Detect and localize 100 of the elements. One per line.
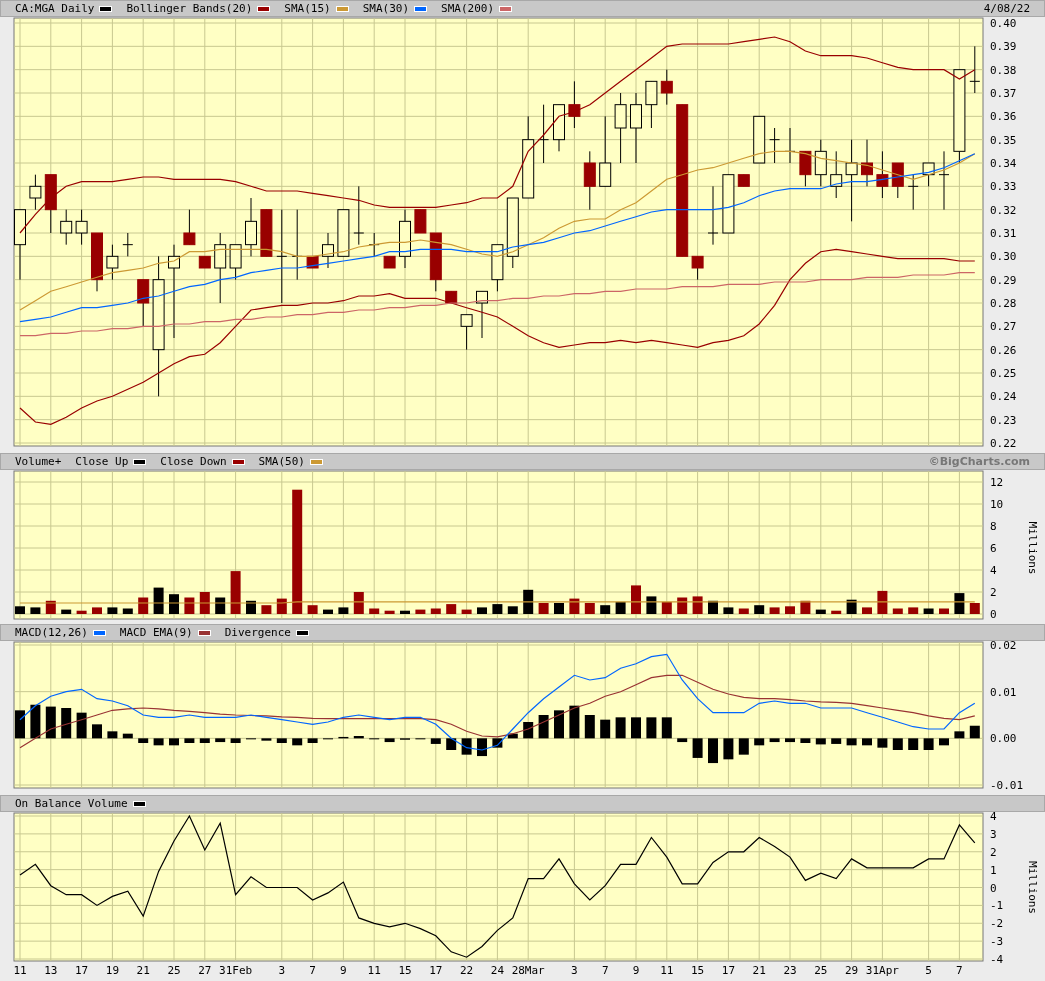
bar bbox=[184, 597, 195, 614]
candlestick bbox=[322, 232, 334, 269]
bar bbox=[307, 605, 318, 614]
axis-label: 11 bbox=[367, 964, 381, 977]
axis-label: 4 bbox=[990, 564, 997, 577]
candlestick bbox=[260, 209, 273, 257]
axis-label: 0.35 bbox=[990, 133, 1017, 147]
candlestick bbox=[198, 255, 211, 269]
axis-label: 25 bbox=[814, 964, 828, 977]
candlestick bbox=[506, 197, 519, 269]
candlestick bbox=[122, 232, 134, 257]
axis-label: -0.01 bbox=[990, 779, 1024, 789]
legend-label: Close Down bbox=[160, 455, 227, 468]
bar bbox=[892, 738, 903, 750]
panel-title: Volume+ bbox=[15, 455, 62, 468]
bar bbox=[600, 719, 611, 739]
bar bbox=[507, 733, 518, 739]
bar bbox=[323, 609, 333, 614]
bar bbox=[461, 609, 472, 614]
axis-label: 0.33 bbox=[990, 180, 1017, 194]
bar bbox=[338, 736, 349, 739]
axis-label: 12 bbox=[990, 476, 1004, 489]
axis-label: 31Apr bbox=[865, 964, 899, 977]
axis-label: 11 bbox=[660, 964, 674, 977]
axis-title: Millions bbox=[1026, 861, 1039, 914]
bar bbox=[353, 736, 364, 739]
bar bbox=[862, 738, 872, 746]
candlestick bbox=[691, 255, 704, 281]
bar bbox=[169, 594, 179, 614]
bar bbox=[45, 600, 56, 614]
axis-label: 0.26 bbox=[990, 343, 1017, 357]
bar bbox=[815, 738, 826, 745]
bar bbox=[939, 738, 949, 746]
bar bbox=[261, 738, 272, 741]
bar bbox=[169, 738, 179, 746]
bar bbox=[800, 738, 811, 743]
bar bbox=[477, 738, 487, 757]
axis-label: 9 bbox=[632, 964, 640, 977]
bar bbox=[692, 596, 703, 614]
bar bbox=[569, 705, 580, 739]
bar bbox=[400, 610, 410, 614]
bar bbox=[554, 603, 564, 614]
bar bbox=[492, 604, 503, 614]
bar bbox=[846, 599, 857, 614]
bar bbox=[446, 604, 457, 614]
axis-label: 0.39 bbox=[990, 40, 1017, 54]
axis-label: 0.23 bbox=[990, 413, 1017, 427]
axis-label: 0.30 bbox=[990, 250, 1017, 264]
axis-label: 5 bbox=[925, 964, 932, 977]
axis-label: 23 bbox=[783, 964, 797, 977]
candlestick bbox=[91, 232, 103, 292]
axis-label: 0.01 bbox=[990, 685, 1017, 699]
bar bbox=[908, 607, 919, 614]
axis-label: 7 bbox=[956, 964, 963, 977]
axis-label: 3 bbox=[990, 827, 997, 841]
bar bbox=[261, 605, 272, 614]
axis-label: 22 bbox=[460, 964, 474, 977]
bar bbox=[184, 738, 195, 743]
bar bbox=[307, 738, 318, 743]
bar bbox=[800, 600, 811, 614]
axis-label: 7 bbox=[601, 964, 609, 977]
axis-label: 0.22 bbox=[990, 437, 1017, 447]
legend-label: Bollinger Bands(20) bbox=[126, 2, 253, 15]
copyright-text: ©BigCharts.com bbox=[928, 455, 1030, 468]
candlestick bbox=[306, 255, 319, 269]
axis-label: 0.40 bbox=[990, 17, 1017, 30]
bar bbox=[554, 710, 564, 739]
axis-label: 10 bbox=[990, 498, 1004, 511]
candlestick bbox=[583, 150, 596, 211]
candlestick bbox=[383, 255, 396, 269]
bar bbox=[600, 605, 611, 614]
axis-label: 17 bbox=[429, 964, 443, 977]
bar bbox=[754, 605, 765, 614]
bar bbox=[353, 592, 364, 614]
candlestick bbox=[737, 174, 750, 187]
bar bbox=[15, 710, 25, 739]
legend-label: CA:MGA Daily bbox=[15, 2, 95, 15]
bar bbox=[61, 609, 72, 614]
candlestick bbox=[460, 314, 473, 351]
axis-label: 17 bbox=[74, 964, 89, 977]
axis-label: 0.00 bbox=[990, 732, 1017, 746]
candlestick bbox=[630, 92, 642, 164]
bar bbox=[153, 587, 164, 614]
candlestick bbox=[660, 69, 673, 106]
bar bbox=[215, 597, 226, 614]
legend-label: Close Up bbox=[75, 455, 129, 468]
candlestick bbox=[876, 150, 889, 199]
bar bbox=[415, 609, 426, 614]
bar bbox=[631, 717, 641, 739]
bar bbox=[384, 610, 395, 614]
bar bbox=[276, 598, 287, 614]
axis-label: 6 bbox=[990, 542, 997, 555]
candlestick bbox=[830, 150, 843, 199]
candlestick bbox=[799, 150, 812, 187]
candlestick bbox=[429, 232, 442, 292]
axis-label: 2 bbox=[990, 586, 997, 599]
candlestick bbox=[891, 162, 904, 199]
axis-label: 29 bbox=[844, 964, 859, 977]
legend-label: MACD(12,26) bbox=[15, 626, 88, 639]
bar bbox=[477, 607, 487, 614]
